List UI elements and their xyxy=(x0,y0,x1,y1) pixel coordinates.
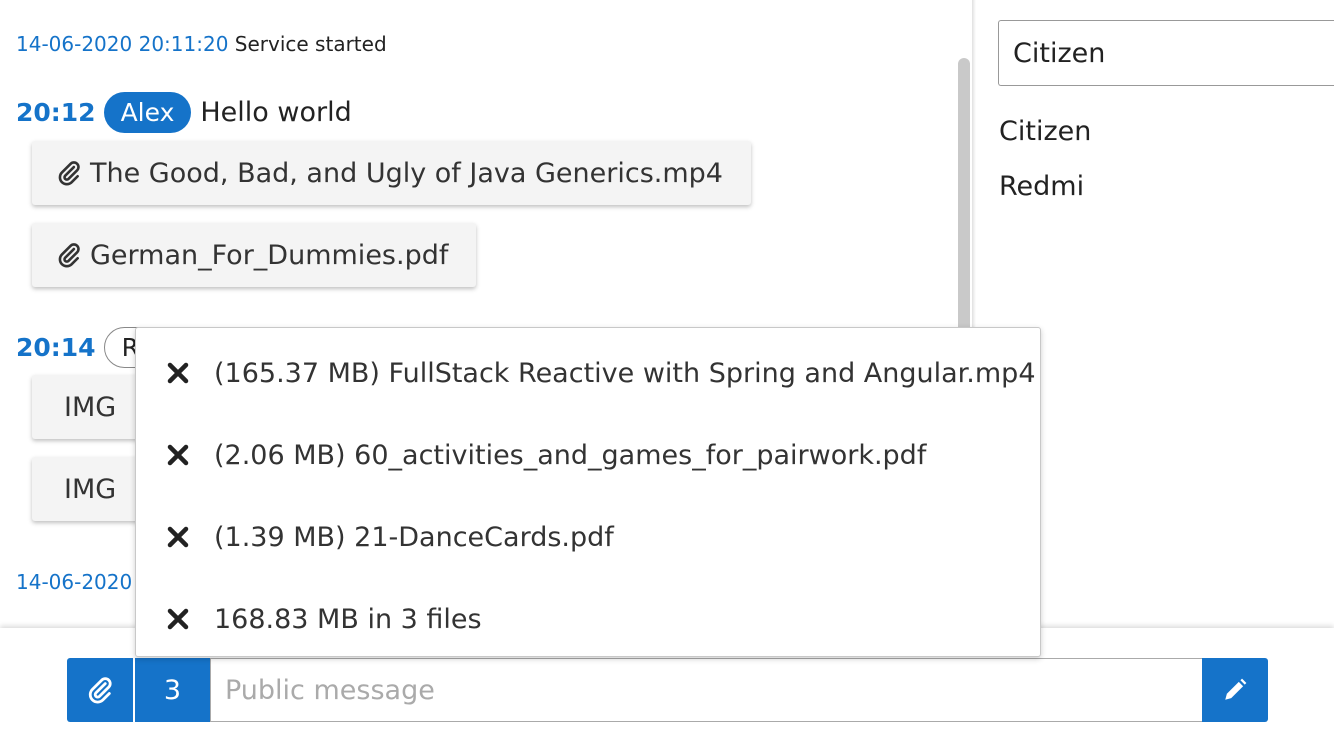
attachment-item[interactable]: IMG xyxy=(32,457,142,521)
user-badge[interactable]: Alex xyxy=(103,91,192,133)
upload-file-item[interactable]: (1.39 MB) 21-DanceCards.pdf xyxy=(136,496,1040,578)
user-list-item[interactable]: Citizen xyxy=(999,116,1091,147)
system-timestamp: 14-06-2020 xyxy=(16,570,133,594)
message-header: 20:12 Alex Hello world xyxy=(16,91,352,133)
pencil-icon xyxy=(1225,678,1247,700)
upload-file-label: (2.06 MB) 60_activities_and_games_for_pa… xyxy=(214,439,927,471)
paperclip-icon xyxy=(88,677,112,704)
close-icon[interactable] xyxy=(166,607,190,631)
file-count-button[interactable]: 3 xyxy=(135,658,210,722)
upload-total-item[interactable]: 168.83 MB in 3 files xyxy=(136,578,1040,660)
attachment-name: German_For_Dummies.pdf xyxy=(90,239,449,271)
upload-file-label: (165.37 MB) FullStack Reactive with Spri… xyxy=(214,357,1036,389)
user-search xyxy=(998,20,1334,86)
close-icon[interactable] xyxy=(166,361,190,385)
system-text: Service started xyxy=(234,32,387,56)
upload-file-item[interactable]: (2.06 MB) 60_activities_and_games_for_pa… xyxy=(136,414,1040,496)
close-icon[interactable] xyxy=(166,525,190,549)
message-text: Hello world xyxy=(200,96,352,128)
paperclip-icon xyxy=(58,243,80,268)
message-input[interactable] xyxy=(210,658,1203,722)
user-list-item[interactable]: Redmi xyxy=(999,171,1084,202)
attachment-name: The Good, Bad, and Ugly of Java Generics… xyxy=(90,157,723,189)
attachment-name: IMG xyxy=(64,391,117,423)
upload-file-item[interactable]: (165.37 MB) FullStack Reactive with Spri… xyxy=(136,332,1040,414)
close-icon[interactable] xyxy=(166,443,190,467)
attachment-item[interactable]: The Good, Bad, and Ugly of Java Generics… xyxy=(32,141,751,205)
upload-file-label: (1.39 MB) 21-DanceCards.pdf xyxy=(214,521,614,553)
attach-button[interactable] xyxy=(67,658,133,722)
attachment-name: IMG xyxy=(64,473,117,505)
system-message: 14-06-2020 xyxy=(16,570,132,594)
message-time: 20:12 xyxy=(16,97,96,127)
message-time: 20:14 xyxy=(16,332,96,362)
system-message: 14-06-2020 20:11:20 Service started xyxy=(16,32,387,56)
attachment-item[interactable]: German_For_Dummies.pdf xyxy=(32,223,477,287)
upload-files-popup: (165.37 MB) FullStack Reactive with Spri… xyxy=(135,327,1041,657)
upload-total-label: 168.83 MB in 3 files xyxy=(214,603,482,635)
system-timestamp: 14-06-2020 20:11:20 xyxy=(16,32,229,56)
paperclip-icon xyxy=(58,161,80,186)
send-button[interactable] xyxy=(1202,658,1268,722)
attachment-item[interactable]: IMG xyxy=(32,375,142,439)
user-search-input[interactable] xyxy=(998,20,1334,86)
